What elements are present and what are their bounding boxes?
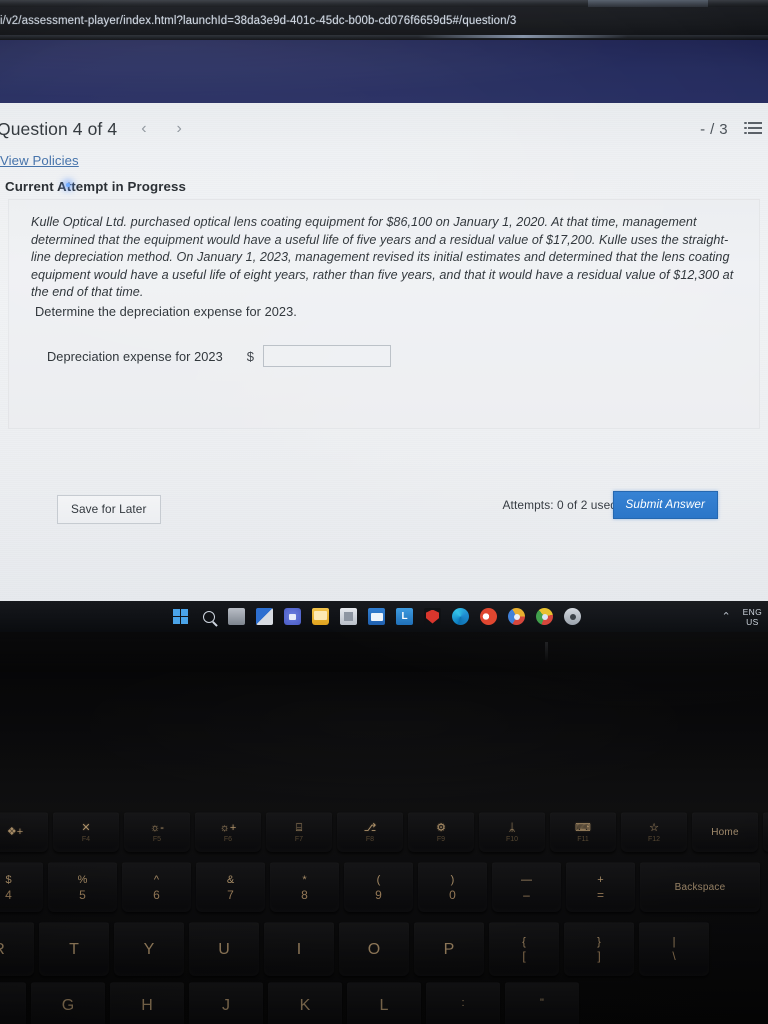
key-5[interactable]: % 5 <box>48 862 117 912</box>
key-r[interactable]: R <box>0 922 34 976</box>
key-punct-;[interactable]: : <box>426 982 500 1024</box>
key-bracket-[[interactable]: {[ <box>489 922 559 976</box>
key-punct-'[interactable]: " <box>505 982 579 1024</box>
key-t[interactable]: T <box>39 922 109 976</box>
key-bracket-\[interactable]: | \ <box>639 922 709 976</box>
mail-icon[interactable] <box>368 608 385 625</box>
browser-tab[interactable] <box>588 0 708 7</box>
key-8[interactable]: * 8 <box>270 862 339 912</box>
teams-icon[interactable] <box>284 608 301 625</box>
key-u[interactable]: U <box>189 922 259 976</box>
key-f8[interactable]: ⎇ F8 <box>337 812 403 852</box>
screen-glare-streak <box>418 35 628 38</box>
key-l[interactable]: L <box>347 982 421 1024</box>
key-p[interactable]: P <box>414 922 484 976</box>
key-bracket-][interactable]: }] <box>564 922 634 976</box>
windows-start-icon[interactable] <box>172 608 189 625</box>
key-f4[interactable]: ✕ F4 <box>53 812 119 852</box>
widgets-icon[interactable] <box>256 608 273 625</box>
depreciation-expense-input[interactable] <box>262 345 391 367</box>
key-f7[interactable]: ⌸ F7 <box>266 812 332 852</box>
attempt-status: Current Attempt in Progress <box>5 179 186 194</box>
key-f10[interactable]: ᛦ F10 <box>479 812 545 852</box>
keyboard-function-row: ❖+✕F4☼-F5☼+F6⌸F7⎇F8⚙F9ᛦF10⌨F11☆F12HomeEn… <box>0 808 768 852</box>
key-f[interactable]: F <box>0 982 26 1024</box>
key-fn0[interactable]: ❖+ <box>0 812 48 852</box>
laptop-body: ❖+✕F4☼-F5☼+F6⌸F7⎇F8⚙F9ᛦF10⌨F11☆F12HomeEn… <box>0 632 768 1024</box>
keyboard-number-row: $4% 5 ^ 6 & 7 * 8(9) 0— – + = Backspace <box>0 858 765 912</box>
question-text: Kulle Optical Ltd. purchased optical len… <box>31 215 734 300</box>
edge-icon[interactable] <box>452 608 469 625</box>
screenshot-root: i/v2/assessment-player/index.html?launch… <box>0 0 768 1024</box>
prev-question-button[interactable]: ‹ <box>141 121 146 137</box>
file-explorer-icon[interactable] <box>312 608 329 625</box>
key-f9[interactable]: ⚙ F9 <box>408 812 474 852</box>
submit-answer-button[interactable]: Submit Answer <box>612 491 718 519</box>
key-home[interactable]: Home <box>692 812 758 852</box>
key-o[interactable]: O <box>339 922 409 976</box>
answer-row: Depreciation expense for 2023 $ <box>47 345 391 367</box>
question-prompt: Determine the depreciation expense for 2… <box>35 304 297 319</box>
app-header-band <box>0 40 768 103</box>
browser-chrome-edge <box>0 35 768 40</box>
score-display: - / 3 <box>700 120 728 138</box>
opera-icon[interactable] <box>480 608 497 625</box>
key-i[interactable]: I <box>264 922 334 976</box>
settings-gear-icon[interactable] <box>564 608 581 625</box>
system-tray: ⌃ ENG US <box>721 607 762 627</box>
browser-address-bar[interactable]: i/v2/assessment-player/index.html?launch… <box>0 7 768 35</box>
key-y[interactable]: Y <box>114 922 184 976</box>
view-policies-link[interactable]: View Policies <box>0 153 79 168</box>
question-list-icon[interactable] <box>744 121 762 136</box>
question-nav: ‹ › <box>141 121 182 137</box>
key-7[interactable]: & 7 <box>196 862 265 912</box>
keyboard-qwerty-row: RTYUIOP{[}]|\ <box>0 918 714 976</box>
palm-rest <box>0 672 768 802</box>
chrome-icon[interactable] <box>536 608 553 625</box>
key-=[interactable]: + = <box>566 862 635 912</box>
chrome-canary-icon[interactable] <box>508 608 525 625</box>
assessment-page: Question 4 of 4 ‹ › - / 3 View Policies … <box>0 103 768 601</box>
key-9[interactable]: (9 <box>344 862 413 912</box>
next-question-button[interactable]: › <box>177 121 182 137</box>
keyboard-led-indicator <box>66 183 70 187</box>
laptop-hinge <box>0 632 768 672</box>
key-f12[interactable]: ☆ F12 <box>621 812 687 852</box>
language-line-2: US <box>746 616 759 627</box>
task-view-icon[interactable] <box>228 608 245 625</box>
key-–[interactable]: — – <box>492 862 561 912</box>
answer-label: Depreciation expense for 2023 <box>47 348 223 364</box>
taskbar-icon-group: L <box>172 608 581 625</box>
language-indicator[interactable]: ENG US <box>743 607 762 627</box>
attempts-status: Attempts: 0 of 2 used <box>502 498 617 512</box>
url-text: i/v2/assessment-player/index.html?launch… <box>0 15 517 27</box>
shield-app-icon[interactable] <box>424 608 441 625</box>
key-f11[interactable]: ⌨ F11 <box>550 812 616 852</box>
language-line-1: ENG <box>742 606 762 617</box>
key-j[interactable]: J <box>189 982 263 1024</box>
page-title: Question 4 of 4 <box>0 118 118 139</box>
key-0[interactable]: ) 0 <box>418 862 487 912</box>
key-h[interactable]: H <box>110 982 184 1024</box>
key-4[interactable]: $4 <box>0 862 43 912</box>
lastpass-icon[interactable]: L <box>396 608 413 625</box>
key-6[interactable]: ^ 6 <box>122 862 191 912</box>
key-g[interactable]: G <box>31 982 105 1024</box>
question-card: Kulle Optical Ltd. purchased optical len… <box>8 199 760 524</box>
key-f5[interactable]: ☼- F5 <box>124 812 190 852</box>
question-header: Question 4 of 4 ‹ › - / 3 <box>0 109 768 149</box>
browser-tab-strip <box>0 0 768 7</box>
windows-taskbar: L ⌃ ENG US <box>0 601 768 632</box>
search-icon[interactable] <box>200 608 217 625</box>
key-k[interactable]: K <box>268 982 342 1024</box>
key-backspace[interactable]: Backspace <box>640 862 760 912</box>
save-for-later-button[interactable]: Save for Later <box>57 495 161 524</box>
microsoft-store-icon[interactable] <box>340 608 357 625</box>
keyboard-home-row: FGHJKL:" <box>0 982 584 1024</box>
tray-chevron-up-icon[interactable]: ⌃ <box>721 610 730 623</box>
key-end[interactable]: End <box>763 812 768 852</box>
key-f6[interactable]: ☼+ F6 <box>195 812 261 852</box>
currency-symbol: $ <box>246 348 254 364</box>
